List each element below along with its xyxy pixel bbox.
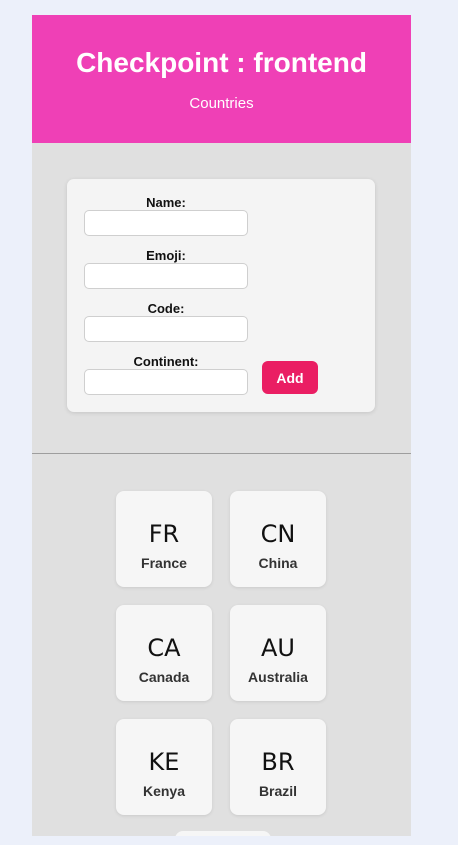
- name-input[interactable]: [84, 210, 248, 236]
- country-name: China: [258, 555, 298, 571]
- header: Checkpoint : frontend Countries: [32, 15, 411, 143]
- continent-input[interactable]: [84, 369, 248, 395]
- country-code: CA: [147, 634, 181, 662]
- name-label: Name:: [146, 195, 186, 210]
- country-name: Kenya: [142, 783, 186, 799]
- country-code: BR: [261, 748, 295, 776]
- country-name: Brazil: [258, 783, 298, 799]
- country-name: France: [141, 555, 187, 571]
- code-label: Code:: [147, 301, 185, 316]
- country-card[interactable]: FR France: [116, 491, 212, 587]
- country-list: FR France CN China CA Canada AU Australi…: [116, 491, 328, 815]
- continent-label: Continent:: [133, 354, 199, 369]
- country-name: Canada: [138, 669, 190, 685]
- code-input[interactable]: [84, 316, 248, 342]
- name-field: Name:: [84, 196, 248, 236]
- page-subtitle: Countries: [189, 95, 254, 112]
- country-card[interactable]: KE Kenya: [116, 719, 212, 815]
- country-code: FR: [148, 520, 180, 548]
- emoji-field: Emoji:: [84, 249, 248, 289]
- page-title: Checkpoint : frontend: [76, 47, 367, 78]
- app-container: Checkpoint : frontend Countries Name: Em…: [32, 15, 411, 836]
- continent-field: Continent:: [84, 355, 248, 395]
- add-country-form: Name: Emoji: Code: Continent: Add: [67, 179, 375, 412]
- add-button[interactable]: Add: [262, 361, 318, 394]
- country-card-partial[interactable]: [175, 831, 271, 836]
- emoji-input[interactable]: [84, 263, 248, 289]
- country-code: AU: [261, 634, 295, 662]
- country-code: KE: [148, 748, 180, 776]
- country-card[interactable]: CN China: [230, 491, 326, 587]
- country-card[interactable]: CA Canada: [116, 605, 212, 701]
- country-card[interactable]: BR Brazil: [230, 719, 326, 815]
- country-name: Australia: [248, 669, 308, 685]
- emoji-label: Emoji:: [146, 248, 186, 263]
- code-field: Code:: [84, 302, 248, 342]
- country-card[interactable]: AU Australia: [230, 605, 326, 701]
- divider: [32, 453, 411, 454]
- country-code: CN: [260, 520, 296, 548]
